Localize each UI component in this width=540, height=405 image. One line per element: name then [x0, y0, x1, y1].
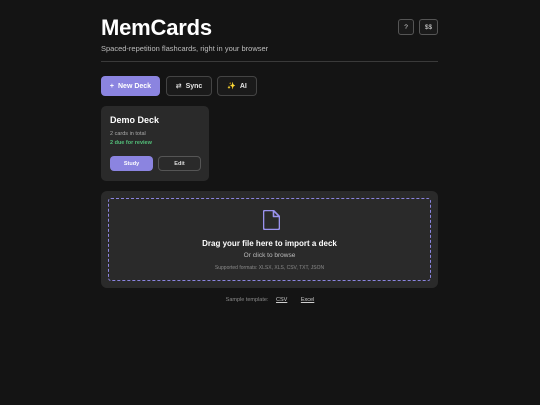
- dropzone-subtitle: Or click to browse: [243, 252, 296, 259]
- header-divider: [101, 61, 438, 62]
- deck-card-count: 2 cards in total: [110, 131, 146, 137]
- sync-button[interactable]: ⇄ Sync: [166, 76, 212, 96]
- new-deck-label: New Deck: [118, 82, 152, 90]
- sync-label: Sync: [185, 82, 203, 90]
- import-dropzone[interactable]: Drag your file here to import a deck Or …: [108, 198, 431, 281]
- app-title: MemCards: [101, 15, 212, 40]
- csv-template-link[interactable]: CSV: [276, 297, 287, 303]
- pricing-button[interactable]: $$: [419, 19, 438, 35]
- help-button[interactable]: ?: [398, 19, 414, 35]
- excel-template-link[interactable]: Excel: [301, 297, 314, 303]
- sparkles-icon: ✨: [227, 83, 236, 90]
- sample-template-label: Sample template:: [225, 297, 269, 303]
- plus-icon: +: [109, 82, 114, 90]
- deck-due-count: 2 due for review: [110, 140, 152, 146]
- new-deck-button[interactable]: + New Deck: [101, 76, 160, 96]
- ai-label: AI: [239, 82, 247, 90]
- supported-formats: Supported formats: XLSX, XLS, CSV, TXT, …: [214, 265, 325, 271]
- dropzone-title: Drag your file here to import a deck: [202, 239, 337, 248]
- edit-button[interactable]: Edit: [158, 156, 201, 171]
- ai-button[interactable]: ✨ AI: [217, 76, 257, 96]
- app-subtitle: Spaced-repetition flashcards, right in y…: [101, 44, 269, 53]
- sample-templates: Sample template: CSV Excel: [0, 297, 540, 303]
- app-page: MemCards Spaced-repetition flashcards, r…: [0, 0, 540, 405]
- deck-card: Demo Deck 2 cards in total 2 due for rev…: [101, 106, 209, 181]
- study-button[interactable]: Study: [110, 156, 153, 171]
- deck-title: Demo Deck: [110, 115, 160, 125]
- import-panel: Drag your file here to import a deck Or …: [101, 191, 438, 288]
- sync-icon: ⇄: [175, 83, 182, 90]
- file-icon: [263, 210, 280, 230]
